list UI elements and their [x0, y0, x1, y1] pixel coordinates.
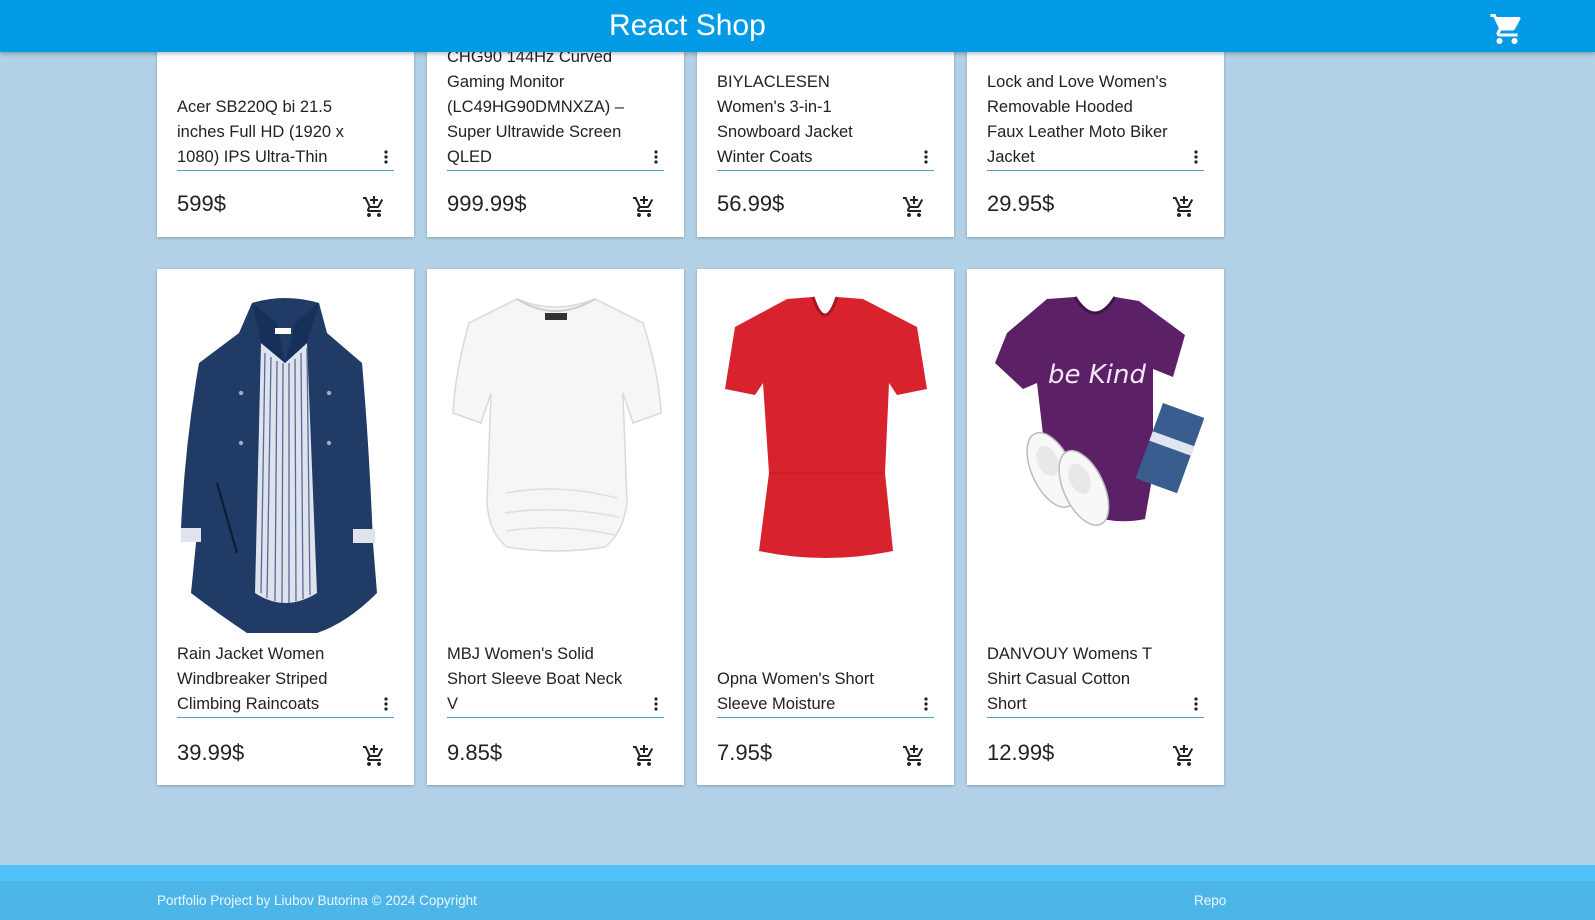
- product-title: Lock and Love Women's Removable Hooded F…: [987, 73, 1168, 166]
- footer-copyright: Portfolio Project by Liubov Butorina © 2…: [157, 893, 477, 908]
- shopping-cart-icon[interactable]: [1488, 10, 1526, 48]
- app-title: React Shop: [609, 9, 766, 42]
- product-image: [717, 293, 934, 633]
- more-vert-icon[interactable]: [918, 148, 934, 166]
- product-title-row: Opna Women's Short Sleeve Moisture: [717, 667, 934, 718]
- product-title-row: Acer SB220Q bi 21.5 inches Full HD (1920…: [177, 95, 394, 171]
- product-price: 39.99$: [177, 740, 245, 765]
- footer-stripe: [0, 865, 1595, 881]
- product-price: 599$: [177, 191, 226, 216]
- product-image: [447, 293, 664, 633]
- more-vert-icon[interactable]: [1188, 695, 1204, 713]
- product-title-row: BIYLACLESEN Women's 3-in-1 Snowboard Jac…: [717, 70, 934, 171]
- product-title: Opna Women's Short Sleeve Moisture: [717, 670, 874, 713]
- more-vert-icon[interactable]: [648, 148, 664, 166]
- product-title-row: DANVOUY Womens T Shirt Casual Cotton Sho…: [987, 642, 1204, 718]
- app-bar: React Shop: [0, 0, 1595, 52]
- product-price: 12.99$: [987, 740, 1055, 765]
- add-to-cart-icon[interactable]: [900, 193, 928, 221]
- add-to-cart-icon[interactable]: [360, 742, 388, 770]
- add-to-cart-icon[interactable]: [900, 742, 928, 770]
- add-to-cart-icon[interactable]: [1170, 193, 1198, 221]
- product-price: 9.85$: [447, 740, 503, 765]
- product-price: 29.95$: [987, 191, 1055, 216]
- product-title: Acer SB220Q bi 21.5 inches Full HD (1920…: [177, 98, 344, 166]
- product-title-row: Lock and Love Women's Removable Hooded F…: [987, 70, 1204, 171]
- repo-link[interactable]: Repo: [1194, 893, 1226, 908]
- product-title-row: Rain Jacket Women Windbreaker Striped Cl…: [177, 642, 394, 718]
- more-vert-icon[interactable]: [918, 695, 934, 713]
- footer: Portfolio Project by Liubov Butorina © 2…: [0, 865, 1595, 920]
- tshirt-print: be Kind: [1048, 360, 1147, 390]
- product-title: MBJ Women's Solid Short Sleeve Boat Neck…: [447, 645, 623, 713]
- product-card: be Kind DANVOUY Womens T Shirt Casual Co…: [967, 269, 1224, 785]
- product-grid: Acer SB220Q bi 21.5 inches Full HD (1920…: [0, 0, 1595, 865]
- product-card: Rain Jacket Women Windbreaker Striped Cl…: [157, 269, 414, 785]
- add-to-cart-icon[interactable]: [630, 193, 658, 221]
- product-title-row: CHG90 144Hz Curved Gaming Monitor (LC49H…: [447, 45, 664, 171]
- more-vert-icon[interactable]: [1188, 148, 1204, 166]
- product-title: CHG90 144Hz Curved Gaming Monitor (LC49H…: [447, 48, 624, 166]
- product-image: [177, 293, 394, 633]
- product-card: MBJ Women's Solid Short Sleeve Boat Neck…: [427, 269, 684, 785]
- product-title-row: MBJ Women's Solid Short Sleeve Boat Neck…: [447, 642, 664, 718]
- add-to-cart-icon[interactable]: [630, 742, 658, 770]
- product-title: Rain Jacket Women Windbreaker Striped Cl…: [177, 645, 328, 713]
- product-card: Opna Women's Short Sleeve Moisture 7.95$: [697, 269, 954, 785]
- more-vert-icon[interactable]: [378, 695, 394, 713]
- more-vert-icon[interactable]: [378, 148, 394, 166]
- add-to-cart-icon[interactable]: [1170, 742, 1198, 770]
- product-title: BIYLACLESEN Women's 3-in-1 Snowboard Jac…: [717, 73, 853, 166]
- product-title: DANVOUY Womens T Shirt Casual Cotton Sho…: [987, 645, 1152, 713]
- add-to-cart-icon[interactable]: [360, 193, 388, 221]
- more-vert-icon[interactable]: [648, 695, 664, 713]
- product-price: 999.99$: [447, 191, 527, 216]
- product-price: 56.99$: [717, 191, 785, 216]
- product-price: 7.95$: [717, 740, 773, 765]
- product-image: be Kind: [987, 293, 1204, 633]
